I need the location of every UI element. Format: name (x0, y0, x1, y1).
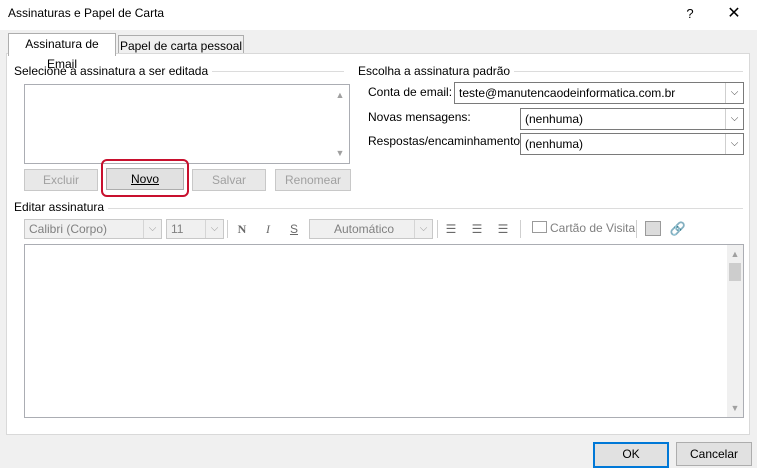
replies-value: (nenhuma) (525, 137, 584, 151)
font-size-value: 11 (171, 222, 184, 236)
replies-select[interactable]: (nenhuma) ⌵ (520, 133, 744, 155)
edit-signature-heading: Editar assinatura (14, 200, 109, 214)
scroll-up-icon[interactable]: ▲ (728, 247, 742, 261)
delete-button[interactable]: Excluir (24, 169, 98, 191)
editor-scrollbar[interactable]: ▲ ▼ (727, 245, 743, 417)
align-center-icon[interactable]: ☰ (468, 220, 486, 238)
underline-icon[interactable]: S (285, 220, 303, 238)
font-size-select[interactable]: 11 ⌵ (166, 219, 224, 239)
ok-button[interactable]: OK (593, 442, 669, 468)
scroll-down-icon[interactable]: ▼ (333, 146, 347, 160)
account-select[interactable]: teste@manutencaodeinformatica.com.br ⌵ (454, 82, 744, 104)
color-value: Automático (334, 222, 395, 236)
toolbar-separator (636, 220, 637, 238)
align-right-icon[interactable]: ☰ (494, 220, 512, 238)
account-value: teste@manutencaodeinformatica.com.br (459, 86, 676, 100)
chevron-down-icon: ⌵ (414, 220, 432, 238)
bold-icon[interactable]: N (233, 220, 251, 238)
hyperlink-icon[interactable]: 🔗 (669, 220, 687, 238)
chevron-down-icon: ⌵ (725, 109, 743, 129)
business-card-label: Cartão de Visita (550, 221, 636, 235)
business-card-icon (532, 221, 547, 233)
tab-email-signature[interactable]: Assinatura de Email (8, 33, 116, 71)
toolbar-separator (227, 220, 228, 238)
select-signature-heading: Selecione a assinatura a ser editada (14, 64, 213, 78)
rename-button[interactable]: Renomear (275, 169, 351, 191)
align-left-icon[interactable]: ☰ (442, 220, 460, 238)
color-select[interactable]: Automático ⌵ (309, 219, 433, 239)
save-button[interactable]: Salvar (192, 169, 266, 191)
chevron-down-icon: ⌵ (725, 83, 743, 103)
signature-editor[interactable]: ▲ ▼ (24, 244, 744, 418)
new-messages-label: Novas mensagens: (368, 110, 471, 124)
italic-icon[interactable]: I (259, 220, 277, 238)
new-button-label: Novo (130, 172, 159, 186)
scroll-thumb[interactable] (729, 263, 741, 281)
new-messages-select[interactable]: (nenhuma) ⌵ (520, 108, 744, 130)
replies-label: Respostas/encaminhamentos: (368, 134, 530, 148)
new-button[interactable]: Novo (106, 168, 184, 190)
insert-picture-icon[interactable] (645, 221, 661, 236)
help-button[interactable]: ? (672, 2, 708, 26)
chevron-down-icon: ⌵ (205, 220, 223, 238)
tab-label: Papel de carta pessoal (119, 39, 243, 53)
group-divider (14, 208, 743, 209)
chevron-down-icon: ⌵ (725, 134, 743, 154)
toolbar-separator (520, 220, 521, 238)
cancel-button[interactable]: Cancelar (676, 442, 752, 466)
new-messages-value: (nenhuma) (525, 112, 584, 126)
window-title: Assinaturas e Papel de Carta (8, 6, 165, 20)
signature-list[interactable]: ▲ ▼ (24, 84, 350, 164)
account-label: Conta de email: (368, 85, 453, 99)
font-value: Calibri (Corpo) (29, 222, 108, 236)
chevron-down-icon: ⌵ (143, 220, 161, 238)
default-signature-heading: Escolha a assinatura padrão (358, 64, 515, 78)
font-select[interactable]: Calibri (Corpo) ⌵ (24, 219, 162, 239)
business-card-button[interactable]: Cartão de Visita (532, 221, 635, 235)
scroll-up-icon[interactable]: ▲ (333, 88, 347, 102)
scroll-down-icon[interactable]: ▼ (728, 401, 742, 415)
close-button[interactable]: ✕ (712, 2, 756, 26)
toolbar-separator (437, 220, 438, 238)
